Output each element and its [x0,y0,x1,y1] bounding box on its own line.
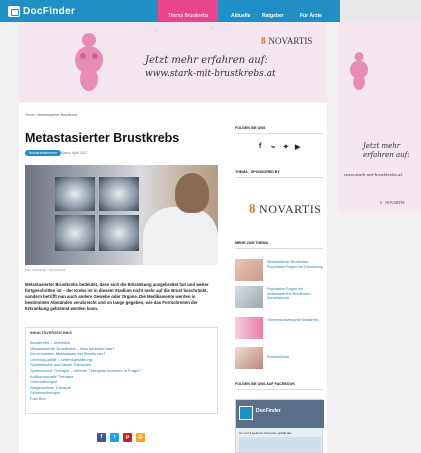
related-title: Endometriose [267,355,290,359]
venus-figure-icon [349,52,369,90]
article-page: Home › Metastasierter Brustkrebs Metasta… [19,103,327,453]
rss-icon[interactable]: ⌁ [271,143,275,151]
divider [235,133,323,134]
novartis-wordmark: NOVARTIS [259,201,322,216]
venus-figure-icon [75,33,103,91]
related-article[interactable]: Themenschwerpunkt Brustkrebs [235,317,323,341]
divider [235,248,323,249]
logo-text: DocFinder [23,5,76,17]
sidebar: FOLGEN SIE UNS f ⌁ ✦ ▶ THEMA - SPONSORED… [233,103,325,453]
facebook-page-widget[interactable]: DocFinder Un und 3 weiteren Freunden gef… [235,399,324,453]
sponsor-heading: THEMA - SPONSORED BY [235,170,280,174]
banner-headline: Jetzt mehr erfahren auf: [145,55,268,66]
related-thumbnail [235,286,263,308]
share-facebook-icon[interactable]: f [97,433,106,442]
side-banner-headline: Jetzt mehr erfahren auf: [363,142,410,159]
novartis-wordmark: NOVARTIS [385,200,405,205]
facebook-post-image [239,437,321,452]
xray-film [99,177,139,211]
table-of-contents: INHALTSVERZEICHNIS Brustkrebs – Überblic… [25,327,218,414]
category-tag[interactable]: brustkrebsthemen [25,150,62,156]
breadcrumb[interactable]: Home › Metastasierter Brustkrebs [25,113,77,117]
article-date: Stand: April 2017 [61,151,88,155]
facebook-cover: DocFinder [236,400,324,428]
share-pinterest-icon[interactable]: p [123,433,132,442]
related-thumbnail [235,259,263,281]
related-thumbnail [235,347,263,369]
more-heading: MEHR ZUM THEMA [235,241,269,245]
doctor-figure [143,207,218,265]
article-image [25,165,218,265]
related-title: Psychische Folgen bei metastasiertem Bru… [267,287,313,301]
nav-item-aktuelle[interactable]: Aktuelle [231,13,250,19]
ad-banner-side[interactable]: Jetzt mehr erfahren auf: www.stark-mit-b… [338,22,421,212]
novartis-mark-icon: ȣ [261,36,266,46]
logo-icon [8,5,20,17]
novartis-wordmark: NOVARTIS [268,36,313,46]
divider [235,177,323,178]
related-article[interactable]: Endometriose [235,347,323,371]
article-intro: Metastasierter Brustkrebs bedeutet, dass… [25,282,209,311]
page-title: Metastasierter Brustkrebs [25,131,180,145]
nav-item-ratgeber[interactable]: Ratgeber [262,13,284,19]
related-title: Metastasierter Brustkrebs: Psychische Fo… [267,260,323,269]
novartis-logo-small: ȣ NOVARTIS [380,200,404,205]
facebook-avatar [239,406,253,420]
related-article[interactable]: Metastasierter Brustkrebs: Psychische Fo… [235,259,323,283]
novartis-logo: ȣ NOVARTIS [261,36,312,46]
toc-title: INHALTSVERZEICHNIS [30,331,73,335]
xray-film [99,215,139,251]
doctor-head [175,173,209,213]
docfinder-logo[interactable]: DocFinder [8,5,75,17]
novartis-mark-icon: ȣ [380,200,383,205]
xray-film [55,215,95,251]
banner-url: www.stark-mit-brustkrebs.at [145,69,276,79]
related-article[interactable]: Psychische Folgen bei metastasiertem Bru… [235,286,323,310]
toc-link[interactable]: Fact Box [30,396,213,402]
divider [235,389,323,390]
facebook-page-name: DocFinder [256,408,281,414]
twitter-icon[interactable]: ✦ [283,143,289,151]
share-twitter-icon[interactable]: t [110,433,119,442]
facebook-heading: FOLGEN SIE UNS AUF FACEBOOK [235,382,295,386]
nav-item-fuer-aerzte[interactable]: Für Ärzte [300,13,322,19]
image-credit: Foto: DocFinder / Shutterstock [25,268,66,272]
youtube-icon[interactable]: ▶ [295,143,300,151]
follow-heading: FOLGEN SIE UNS [235,126,266,130]
sponsor-novartis-logo[interactable]: ȣ NOVARTIS [249,201,321,217]
related-thumbnail [235,317,263,339]
nav-spacer [340,0,421,22]
side-banner-url: www.stark-mit-brustkrebs.at [344,172,403,177]
share-email-icon[interactable]: @ [136,433,145,442]
ad-banner-top[interactable]: Jetzt mehr erfahren auf: www.stark-mit-b… [19,22,327,102]
novartis-mark-icon: ȣ [249,201,257,216]
facebook-post-text: Un und 3 weiteren Freunden gefällt das [239,431,292,435]
related-title: Themenschwerpunkt Brustkrebs [267,318,319,322]
xray-film [55,177,95,211]
facebook-icon[interactable]: f [259,143,261,150]
